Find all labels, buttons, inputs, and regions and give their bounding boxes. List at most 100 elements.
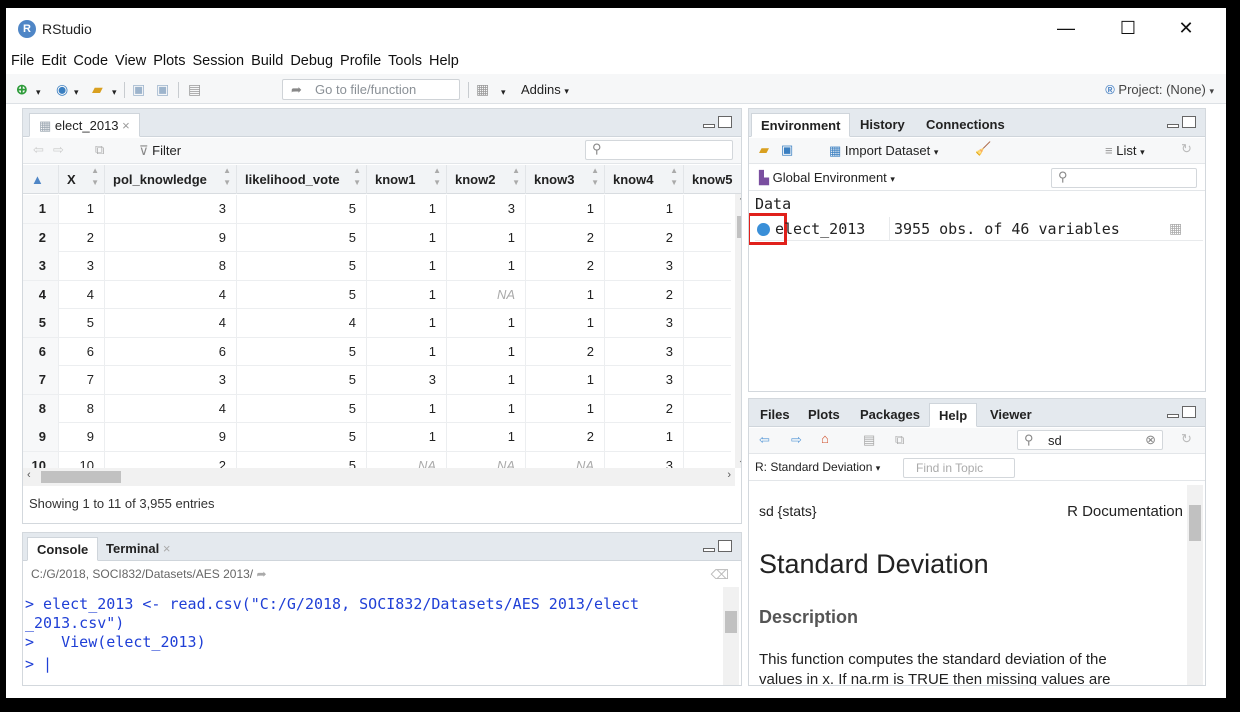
console-scrollbar[interactable]: [723, 587, 739, 685]
scroll-thumb[interactable]: [41, 471, 121, 483]
menu-profile[interactable]: Profile: [335, 50, 383, 72]
list-view-button[interactable]: ≡ List ▾: [1105, 143, 1145, 158]
close-tab-icon[interactable]: ×: [122, 118, 130, 133]
save-icon[interactable]: ▣: [132, 81, 145, 97]
menu-file[interactable]: File: [6, 50, 36, 72]
popout-icon[interactable]: ⧉: [895, 432, 904, 448]
save-all-icon[interactable]: ▣: [156, 81, 169, 97]
scroll-left-icon[interactable]: ‹: [27, 469, 31, 481]
goto-dir-icon[interactable]: ➦: [256, 567, 266, 581]
close-tab-icon[interactable]: ×: [163, 541, 171, 556]
open-dropdown-icon[interactable]: ▾: [112, 84, 117, 100]
addins-menu[interactable]: Addins ▾: [521, 82, 569, 97]
back-arrow-icon[interactable]: ⇦: [759, 432, 770, 448]
grid-layout-icon[interactable]: ▦: [476, 81, 489, 97]
console-prompt[interactable]: > |: [25, 655, 52, 674]
pane-minmax[interactable]: [1167, 406, 1197, 420]
scroll-thumb[interactable]: [725, 611, 737, 633]
menu-session[interactable]: Session: [187, 50, 246, 72]
environment-scope-bar: ▙ Global Environment ▾ ⚲: [749, 165, 1205, 191]
environment-search-input[interactable]: ⚲: [1051, 168, 1197, 188]
tab-viewer[interactable]: Viewer: [981, 403, 1041, 427]
forward-arrow-icon[interactable]: ⇨: [791, 432, 802, 448]
save-workspace-icon[interactable]: ▣: [781, 142, 793, 158]
tab-environment[interactable]: Environment: [751, 113, 851, 137]
maximize-button[interactable]: ☐: [1108, 14, 1148, 42]
menu-help[interactable]: Help: [424, 50, 461, 72]
goto-file-input[interactable]: ➦ Go to file/function: [282, 79, 460, 100]
col-header-know3[interactable]: know3 ▲ ▼: [526, 165, 605, 194]
pane-minmax[interactable]: [703, 116, 733, 130]
col-header-know4[interactable]: know4 ▲ ▼: [605, 165, 684, 194]
col-header-pol-knowledge[interactable]: pol_knowledge ▲ ▼: [105, 165, 237, 194]
new-project-icon[interactable]: ◉: [56, 81, 68, 97]
menu-code[interactable]: Code: [68, 50, 110, 72]
tab-files[interactable]: Files: [751, 403, 799, 427]
back-arrow-icon[interactable]: ⇦: [33, 142, 44, 158]
scroll-thumb[interactable]: [737, 216, 741, 238]
minimize-button[interactable]: —: [1046, 14, 1086, 42]
menu-view[interactable]: View: [110, 50, 148, 72]
tab-console[interactable]: Console: [27, 537, 99, 561]
find-in-topic-input[interactable]: Find in Topic: [903, 458, 1015, 478]
refresh-icon[interactable]: ↻: [1181, 431, 1192, 447]
sort-header-rownum[interactable]: ▲: [23, 165, 59, 194]
new-file-dropdown-icon[interactable]: ▾: [36, 84, 41, 100]
scroll-thumb[interactable]: [1189, 505, 1201, 541]
menu-edit[interactable]: Edit: [36, 50, 68, 72]
expand-object-icon[interactable]: [757, 223, 770, 236]
print-icon[interactable]: ▤: [863, 432, 875, 448]
menu-build[interactable]: Build: [246, 50, 285, 72]
print-icon[interactable]: ▤: [188, 81, 201, 97]
scroll-down-icon[interactable]: ⌄: [738, 455, 741, 466]
scroll-right-icon[interactable]: ›: [727, 469, 731, 481]
close-button[interactable]: ✕: [1166, 14, 1206, 42]
project-dropdown-icon[interactable]: ▾: [74, 84, 79, 100]
tab-packages[interactable]: Packages: [851, 403, 929, 427]
horizontal-scrollbar[interactable]: ‹ ›: [23, 468, 735, 486]
col-header-likelihood-vote[interactable]: likelihood_vote ▲ ▼: [237, 165, 367, 194]
tab-help[interactable]: Help: [929, 403, 978, 427]
console-output[interactable]: > elect_2013 <- read.csv("C:/G/2018, SOC…: [23, 587, 741, 685]
view-table-icon[interactable]: ▦: [1169, 217, 1182, 241]
menu-debug[interactable]: Debug: [285, 50, 335, 72]
refresh-icon[interactable]: ↻: [1181, 141, 1192, 157]
new-file-icon[interactable]: ⊕: [16, 81, 28, 97]
load-workspace-icon[interactable]: ▰: [759, 142, 769, 158]
layout-dropdown-icon[interactable]: ▾: [501, 84, 506, 100]
clear-search-icon[interactable]: ⊗: [1145, 432, 1156, 448]
menu-plots[interactable]: Plots: [148, 50, 187, 72]
chevron-down-icon: ▾: [1140, 147, 1145, 157]
popout-icon[interactable]: ⧉: [95, 142, 104, 158]
col-header-know5[interactable]: know5: [684, 165, 741, 194]
vertical-scrollbar[interactable]: ⌃ ⌄: [735, 194, 741, 468]
home-icon[interactable]: ⌂: [821, 431, 829, 446]
viewer-search-input[interactable]: ⚲: [585, 140, 733, 160]
menu-tools[interactable]: Tools: [383, 50, 424, 72]
menu-bar: File Edit Code View Plots Session Build Debug Pr…: [6, 50, 461, 72]
col-header-know2[interactable]: know2 ▲ ▼: [447, 165, 526, 194]
scroll-up-icon[interactable]: ⌃: [738, 196, 741, 207]
tab-plots[interactable]: Plots: [799, 403, 849, 427]
pane-minmax[interactable]: [703, 540, 733, 554]
tab-terminal[interactable]: Terminal ×: [97, 537, 179, 561]
topic-dropdown[interactable]: R: Standard Deviation ▾: [755, 460, 880, 474]
project-menu[interactable]: ® Project: (None) ▾: [1105, 82, 1214, 97]
tab-elect-2013[interactable]: ▦ elect_2013 ×: [29, 113, 140, 137]
help-search-input[interactable]: ⚲ sd ⊗: [1017, 430, 1163, 450]
tab-connections[interactable]: Connections: [917, 113, 1014, 137]
scope-dropdown[interactable]: ▙ Global Environment ▾: [759, 170, 895, 186]
tab-history[interactable]: History: [851, 113, 914, 137]
col-header-know1[interactable]: know1 ▲ ▼: [367, 165, 447, 194]
import-dataset-button[interactable]: ▦ Import Dataset ▾: [829, 143, 938, 159]
open-folder-icon[interactable]: ▰: [92, 81, 103, 97]
broom-icon[interactable]: 🧹: [975, 141, 991, 157]
help-scrollbar[interactable]: [1187, 485, 1203, 685]
table-cell: 5: [237, 366, 367, 394]
clear-console-icon[interactable]: ⌫: [711, 567, 729, 583]
col-header-x[interactable]: X ▲ ▼: [59, 165, 105, 194]
environment-object-row[interactable]: elect_2013 3955 obs. of 46 variables ▦: [749, 213, 1203, 245]
filter-button[interactable]: ⊽ Filter: [139, 143, 181, 159]
forward-arrow-icon[interactable]: ⇨: [53, 142, 64, 158]
pane-minmax[interactable]: [1167, 116, 1197, 130]
